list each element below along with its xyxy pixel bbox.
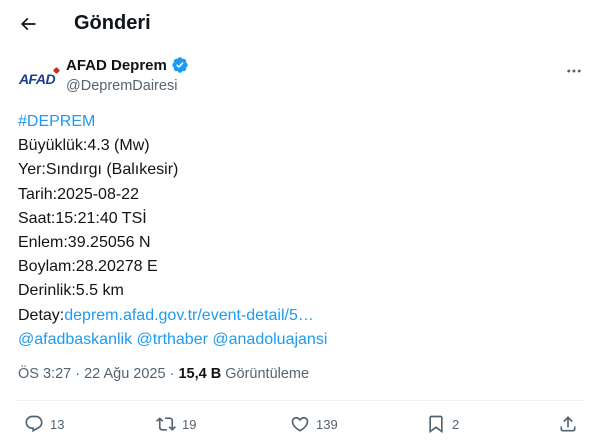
mention-anadoluajansi[interactable]: @anadoluajansi xyxy=(212,331,327,348)
heart-icon xyxy=(291,416,309,432)
repost-count: 19 xyxy=(182,416,197,432)
hashtag-link[interactable]: #DEPREM xyxy=(18,110,588,134)
meta-separator: · xyxy=(169,366,175,382)
share-button[interactable] xyxy=(558,414,578,434)
detail-link[interactable]: deprem.afad.gov.tr/event-detail/5… xyxy=(64,307,314,324)
detail-line: Detay:deprem.afad.gov.tr/event-detail/5… xyxy=(18,304,588,328)
views-label: Görüntüleme xyxy=(225,366,310,382)
bookmark-button[interactable]: 2 xyxy=(426,414,459,434)
date-line: Tarih:2025-08-22 xyxy=(18,185,139,203)
like-button[interactable]: 139 xyxy=(290,414,338,434)
reply-count: 13 xyxy=(50,416,65,432)
more-options-button[interactable] xyxy=(559,56,589,86)
mention-afadbaskanlik[interactable]: @afadbaskanlik xyxy=(18,331,132,348)
name-line: AFAD Deprem xyxy=(66,56,189,74)
detail-label: Detay: xyxy=(18,306,65,324)
longitude-line: Boylam:28.20278 E xyxy=(18,258,158,276)
display-name[interactable]: AFAD Deprem xyxy=(66,57,167,74)
meta-separator: · xyxy=(75,366,81,382)
tweet-meta: ÖS 3:27 · 22 Ağu 2025 · 15,4 B Görüntüle… xyxy=(18,366,309,382)
verified-badge-icon xyxy=(172,57,188,73)
top-bar: Gönderi xyxy=(0,0,601,48)
bookmark-count: 2 xyxy=(452,416,460,432)
mention-trthaber[interactable]: @trthaber xyxy=(137,331,208,348)
location-line: Yer:Sındırgı (Balıkesir) xyxy=(18,161,179,179)
post-date[interactable]: 22 Ağu 2025 xyxy=(84,366,165,382)
latitude-line: Enlem:39.25056 N xyxy=(18,234,151,252)
arrow-left-icon xyxy=(20,17,36,31)
reply-button[interactable]: 13 xyxy=(24,414,64,434)
divider xyxy=(16,400,585,401)
like-count: 139 xyxy=(316,416,338,432)
repost-icon xyxy=(156,417,176,431)
tweet-text: #DEPREM Büyüklük:4.3 (Mw) Yer:Sındırgı (… xyxy=(18,110,588,352)
action-bar: 13 19 139 2 xyxy=(0,406,601,444)
afad-logo: AFAD xyxy=(18,71,56,87)
mentions-line: @afadbaskanlik @trthaber @anadoluajansi xyxy=(18,328,588,352)
user-handle[interactable]: @DepremDairesi xyxy=(66,78,177,94)
share-icon xyxy=(560,416,576,432)
avatar[interactable]: AFAD xyxy=(16,58,58,100)
depth-line: Derinlik:5.5 km xyxy=(18,282,124,300)
page-title: Gönderi xyxy=(74,12,151,34)
magnitude-line: Büyüklük:4.3 (Mw) xyxy=(18,137,150,155)
views-count: 15,4 B xyxy=(178,366,222,382)
author-row: AFAD AFAD Deprem @DepremDairesi xyxy=(0,48,601,100)
bookmark-icon xyxy=(429,415,443,434)
back-button[interactable] xyxy=(12,8,44,40)
more-horizontal-icon xyxy=(567,69,581,73)
repost-button[interactable]: 19 xyxy=(156,414,196,434)
post-time[interactable]: ÖS 3:27 xyxy=(18,366,71,382)
reply-icon xyxy=(25,415,43,433)
time-line: Saat:15:21:40 TSİ xyxy=(18,209,147,227)
